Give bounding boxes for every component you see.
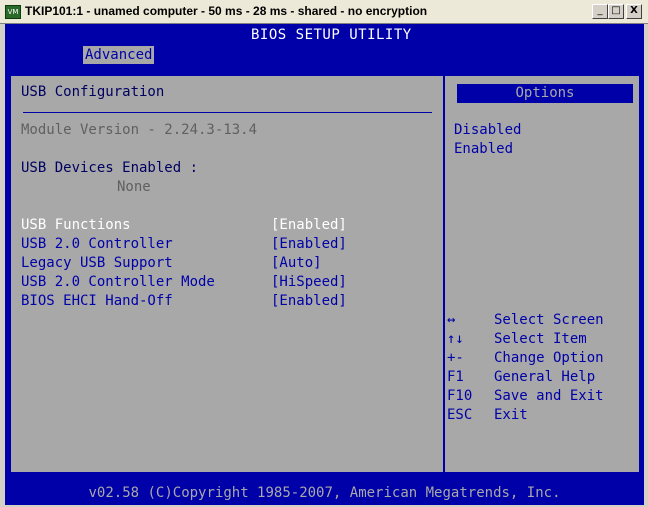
option-enabled[interactable]: Enabled [454,141,513,158]
main-panel: USB Configuration Module Version - 2.24.… [9,74,641,474]
minimize-button[interactable]: _ [592,4,608,19]
usb-devices-value: None [117,179,151,195]
setting-usb2-mode-value[interactable]: [HiSpeed] [271,274,347,291]
usb-devices-label: USB Devices Enabled : [21,160,199,176]
help-exit: Exit [494,407,528,423]
help-key-esc: ESC [447,407,473,423]
help-select-screen: Select Screen [494,312,604,328]
option-disabled[interactable]: Disabled [454,122,521,139]
setting-usb2-mode[interactable]: USB 2.0 Controller Mode [21,274,215,291]
help-key-f10: F10 [447,388,473,404]
setting-usb-functions[interactable]: USB Functions [21,217,131,234]
setting-legacy-usb[interactable]: Legacy USB Support [21,255,173,272]
help-key-plusminus: +- [447,350,464,366]
help-save-exit: Save and Exit [494,388,604,404]
maximize-button[interactable]: □ [608,4,624,19]
bios-title: BIOS SETUP UTILITY [251,27,412,43]
setting-usb-functions-value[interactable]: [Enabled] [271,217,347,234]
help-change-option: Change Option [494,350,604,366]
section-underline [23,112,432,113]
setting-ehci-handoff-value[interactable]: [Enabled] [271,293,347,310]
panel-divider [443,76,445,474]
vm-app-icon[interactable]: VM [5,5,21,19]
setting-legacy-usb-value[interactable]: [Auto] [271,255,322,272]
window-title-bar: VM TKIP101:1 - unamed computer - 50 ms -… [0,0,648,24]
help-key-arrows-lr: ↔ [447,312,456,328]
section-title: USB Configuration [21,84,165,100]
setting-usb2-controller-value[interactable]: [Enabled] [271,236,347,253]
setting-usb2-controller[interactable]: USB 2.0 Controller [21,236,173,253]
close-button[interactable]: X [626,4,642,19]
help-key-arrows-ud: ↑↓ [447,331,464,347]
help-general-help: General Help [494,369,596,385]
window-title: TKIP101:1 - unamed computer - 50 ms - 28… [25,4,428,18]
help-key-f1: F1 [447,369,464,385]
setting-ehci-handoff[interactable]: BIOS EHCI Hand-Off [21,293,173,310]
tab-advanced[interactable]: Advanced [83,46,155,64]
copyright-footer: v02.58 (C)Copyright 1985-2007, American … [5,482,644,505]
bios-screen: BIOS SETUP UTILITY Advanced USB Configur… [5,24,644,505]
module-version: Module Version - 2.24.3-13.4 [21,122,258,138]
options-header: Options [457,84,633,103]
help-select-item: Select Item [494,331,587,347]
